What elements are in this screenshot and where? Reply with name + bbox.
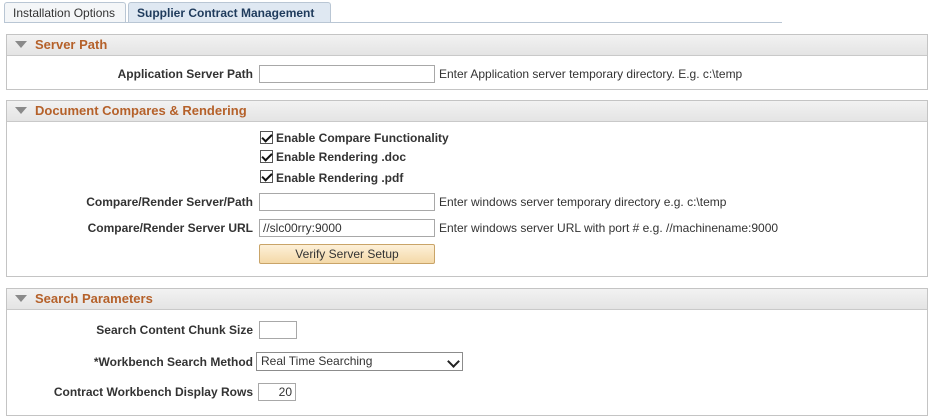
search-parameters-section: Search Parameters Search Content Chunk S… — [6, 288, 928, 416]
section-title: Document Compares & Rendering — [35, 103, 247, 118]
search-method-select[interactable]: Real Time Searching — [256, 352, 463, 371]
enable-compare-checkbox[interactable] — [260, 131, 273, 144]
collapse-triangle-icon[interactable] — [15, 107, 27, 114]
render-path-hint: Enter windows server temporary directory… — [439, 195, 727, 209]
app-server-path-input[interactable] — [259, 65, 435, 83]
verify-server-setup-button[interactable]: Verify Server Setup — [259, 244, 435, 264]
tab-installation-options[interactable]: Installation Options — [4, 2, 126, 22]
render-path-input[interactable] — [259, 193, 435, 211]
search-method-label: *Workbench Search Method — [93, 355, 253, 369]
render-path-label: Compare/Render Server/Path — [86, 195, 253, 209]
document-compares-header[interactable]: Document Compares & Rendering — [7, 101, 927, 122]
enable-compare-label: Enable Compare Functionality — [276, 131, 449, 145]
render-url-input[interactable] — [259, 219, 435, 237]
section-title: Search Parameters — [35, 291, 153, 306]
enable-rendering-pdf-label: Enable Rendering .pdf — [276, 171, 404, 185]
document-compares-section: Document Compares & Rendering Enable Com… — [6, 100, 928, 277]
enable-rendering-doc-label: Enable Rendering .doc — [276, 150, 407, 164]
render-url-label: Compare/Render Server URL — [87, 221, 253, 235]
server-path-section: Server Path Application Server Path Ente… — [6, 34, 928, 90]
search-parameters-header[interactable]: Search Parameters — [7, 289, 927, 310]
tab-divider — [4, 22, 782, 23]
chevron-down-icon — [447, 355, 460, 368]
chunk-size-input[interactable] — [259, 321, 297, 339]
chunk-size-label: Search Content Chunk Size — [96, 323, 253, 337]
section-title: Server Path — [35, 37, 108, 52]
collapse-triangle-icon[interactable] — [15, 295, 27, 302]
server-path-header[interactable]: Server Path — [7, 35, 927, 56]
app-server-path-label: Application Server Path — [117, 67, 253, 81]
display-rows-input[interactable] — [258, 383, 296, 401]
enable-rendering-doc-checkbox[interactable] — [260, 150, 273, 163]
display-rows-label: Contract Workbench Display Rows — [53, 385, 253, 399]
tab-supplier-contract-management[interactable]: Supplier Contract Management — [128, 2, 331, 22]
search-method-value: Real Time Searching — [261, 354, 373, 368]
collapse-triangle-icon[interactable] — [15, 41, 27, 48]
enable-rendering-pdf-checkbox[interactable] — [260, 170, 273, 183]
app-server-path-hint: Enter Application server temporary direc… — [439, 67, 743, 81]
render-url-hint: Enter windows server URL with port # e.g… — [439, 221, 779, 235]
